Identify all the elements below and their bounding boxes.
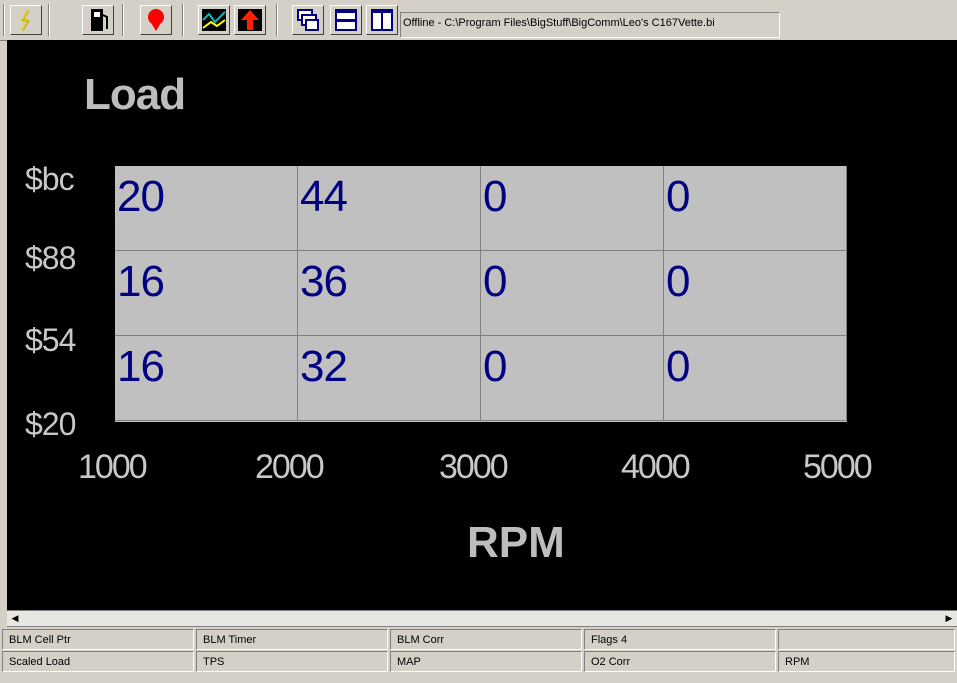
y-axis-label: $88	[25, 240, 76, 276]
x-axis-label: 5000	[803, 448, 873, 486]
cascade-windows-icon	[297, 9, 319, 31]
x-axis-label: 3000	[439, 448, 509, 486]
toolbar-separator	[276, 4, 278, 36]
file-path-display: Offline - C:\Program Files\BigStuff\BigC…	[400, 12, 780, 38]
y-axis-title: Load	[84, 70, 186, 119]
x-axis-title: RPM	[467, 518, 565, 567]
status-cell: Scaled Load	[2, 651, 194, 672]
y-axis-label: $bc	[25, 161, 75, 197]
table-cell[interactable]: 0	[481, 251, 664, 336]
graph-icon	[202, 9, 226, 31]
tile-vertical-icon	[371, 9, 393, 31]
map-pin-icon	[148, 9, 164, 31]
graph-button[interactable]	[198, 5, 230, 35]
toolbar-separator	[122, 4, 124, 36]
table-cell[interactable]: 0	[481, 166, 664, 251]
status-cell: TPS	[196, 651, 388, 672]
pin-button[interactable]	[140, 5, 172, 35]
toolbar-separator	[3, 4, 5, 36]
upload-button[interactable]	[234, 5, 266, 35]
table-cell[interactable]: 44	[298, 166, 481, 251]
toolbar-separator	[182, 4, 184, 36]
lightning-icon	[20, 9, 30, 32]
x-axis-label: 4000	[621, 448, 691, 486]
status-cell: O2 Corr	[584, 651, 776, 672]
status-cell: BLM Cell Ptr	[2, 629, 194, 650]
tile-horizontal-button[interactable]	[330, 5, 362, 35]
tile-horizontal-icon	[335, 9, 357, 31]
toolbar-separator	[48, 4, 50, 36]
cascade-button[interactable]	[292, 5, 324, 35]
lightning-button[interactable]	[10, 5, 42, 35]
status-cell: RPM	[778, 651, 955, 672]
table-cell[interactable]: 0	[481, 336, 664, 421]
table-cell[interactable]: 20	[115, 166, 298, 251]
fuel-button[interactable]	[82, 5, 114, 35]
horizontal-scrollbar[interactable]: ◀ ▶	[7, 610, 957, 627]
status-cell: BLM Corr	[390, 629, 582, 650]
table-cell[interactable]: 36	[298, 251, 481, 336]
y-axis-label: $54	[25, 322, 76, 358]
table-cell[interactable]: 0	[664, 336, 847, 421]
upload-icon	[238, 9, 262, 31]
tile-vertical-button[interactable]	[366, 5, 398, 35]
x-axis-label: 2000	[255, 448, 325, 486]
status-cell	[778, 629, 955, 650]
table-cell[interactable]: 0	[664, 166, 847, 251]
table-cell[interactable]: 32	[298, 336, 481, 421]
y-axis-label: $20	[25, 406, 76, 442]
status-panel: BLM Cell Ptr BLM Timer BLM Corr Flags 4 …	[0, 627, 957, 683]
table-cell[interactable]: 16	[115, 336, 298, 421]
x-axis-label: 1000	[78, 448, 148, 486]
status-cell: Flags 4	[584, 629, 776, 650]
status-cell: MAP	[390, 651, 582, 672]
toolbar: Offline - C:\Program Files\BigStuff\BigC…	[0, 0, 957, 41]
scroll-right-icon[interactable]: ▶	[942, 612, 956, 625]
value-grid: 20 44 0 0 16 36 0 0 16 32 0 0	[115, 166, 847, 422]
table-cell[interactable]: 0	[664, 251, 847, 336]
status-cell: BLM Timer	[196, 629, 388, 650]
table-cell[interactable]: 16	[115, 251, 298, 336]
fuel-pump-icon	[91, 9, 108, 31]
scroll-left-icon[interactable]: ◀	[8, 612, 22, 625]
table-view: Load $bc $88 $54 $20 20 44 0 0 16 36 0 0…	[7, 40, 957, 610]
